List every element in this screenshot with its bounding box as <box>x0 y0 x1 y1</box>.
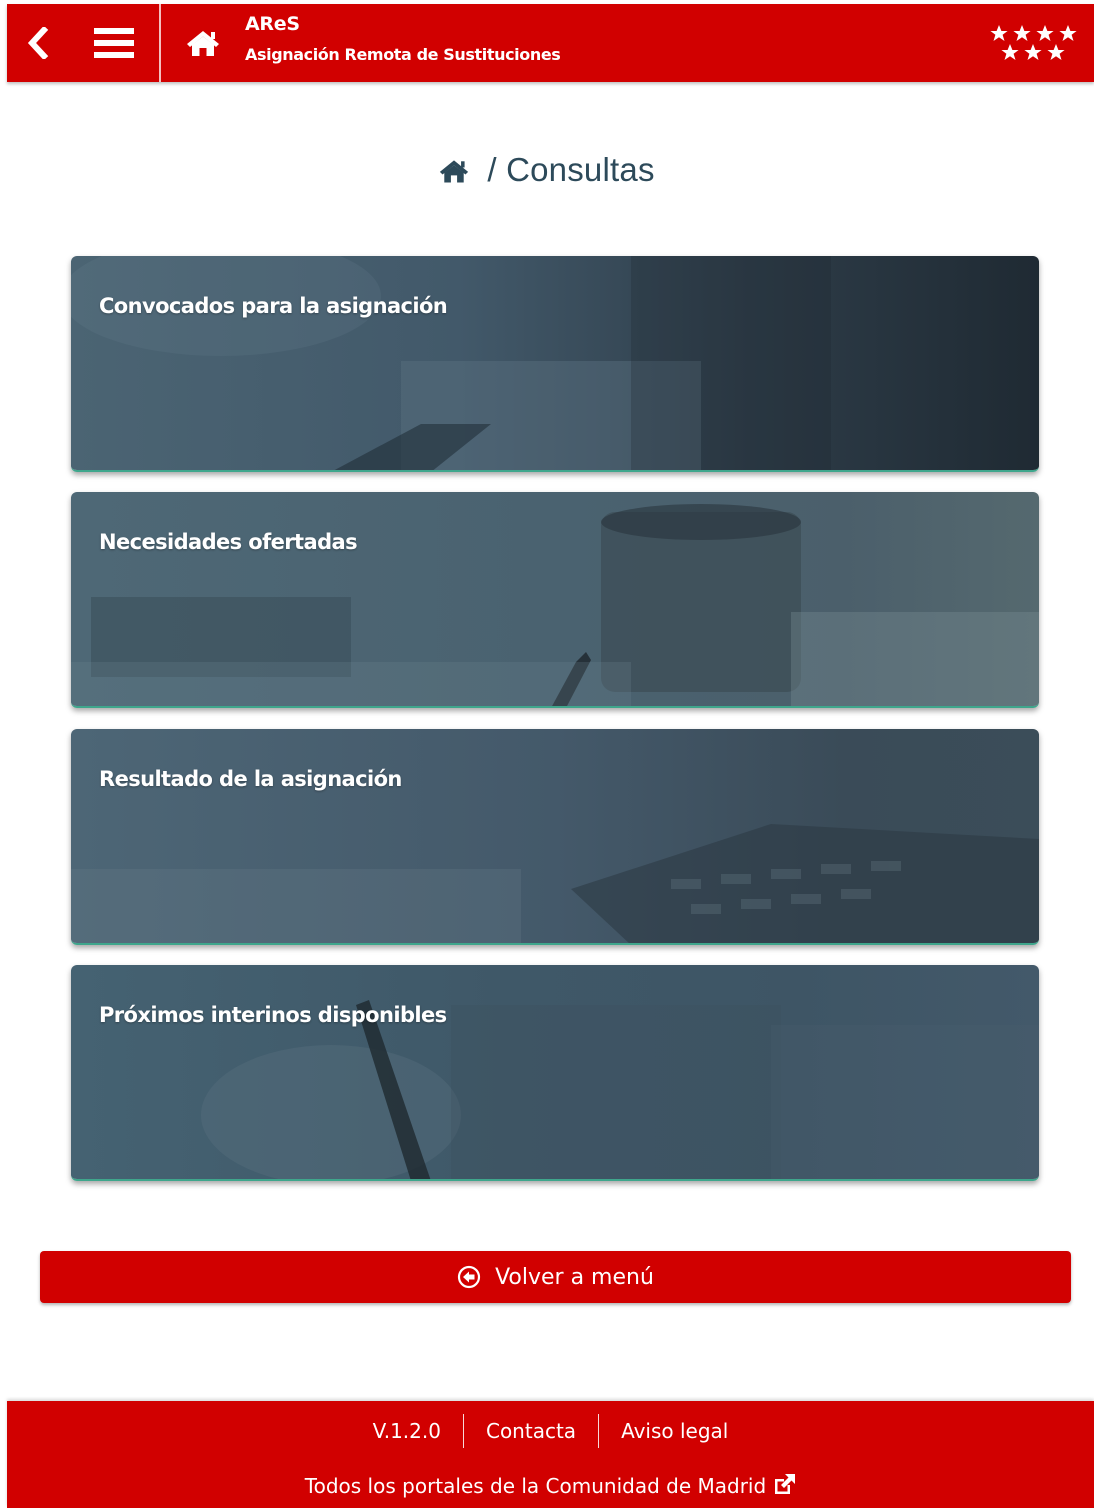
footer-links: V.1.2.0 Contacta Aviso legal <box>7 1413 1094 1449</box>
back-button[interactable] <box>7 4 69 82</box>
home-icon <box>187 31 219 56</box>
contact-link[interactable]: Contacta <box>486 1419 576 1443</box>
app-subtitle: Asignación Remota de Sustituciones <box>245 44 561 64</box>
card-title: Resultado de la asignación <box>99 767 402 791</box>
app-name: AReS <box>245 12 300 35</box>
hamburger-menu-icon <box>94 28 134 58</box>
card-photo-overlay <box>71 824 1039 943</box>
card-title: Convocados para la asignación <box>99 294 448 318</box>
breadcrumb: / Consultas <box>0 145 1094 195</box>
card-necesidades[interactable]: Necesidades ofertadas <box>71 492 1039 708</box>
card-convocados[interactable]: Convocados para la asignación <box>71 256 1039 472</box>
card-title: Próximos interinos disponibles <box>99 1003 447 1027</box>
back-to-menu-button[interactable]: Volver a menú <box>40 1251 1071 1303</box>
footer-separator <box>598 1414 600 1448</box>
app-brand: AReS Asignación Remota de Sustituciones <box>245 4 561 82</box>
menu-button[interactable] <box>69 4 159 82</box>
card-proximos-interinos[interactable]: Próximos interinos disponibles <box>71 965 1039 1181</box>
portals-row: Todos los portales de la Comunidad de Ma… <box>7 1471 1094 1501</box>
app-header: AReS Asignación Remota de Sustituciones <box>7 4 1094 82</box>
card-photo-overlay <box>201 1000 1039 1179</box>
portals-link[interactable]: Todos los portales de la Comunidad de Ma… <box>305 1474 766 1498</box>
card-resultado[interactable]: Resultado de la asignación <box>71 729 1039 945</box>
breadcrumb-home-icon[interactable] <box>439 158 469 184</box>
chevron-left-icon <box>27 27 49 59</box>
stars-logo <box>990 25 1077 60</box>
card-photo-overlay <box>71 256 831 470</box>
footer: V.1.2.0 Contacta Aviso legal Todos los p… <box>7 1401 1094 1508</box>
page-title: / Consultas <box>487 151 655 188</box>
card-title: Necesidades ofertadas <box>99 530 358 554</box>
card-photo-overlay <box>71 504 1039 706</box>
external-link-icon[interactable] <box>772 1473 796 1495</box>
home-button[interactable] <box>161 4 245 82</box>
footer-separator <box>462 1414 464 1448</box>
version-label: V.1.2.0 <box>372 1419 441 1443</box>
legal-link[interactable]: Aviso legal <box>621 1419 728 1443</box>
circle-arrow-left-icon <box>457 1265 481 1289</box>
back-to-menu-label: Volver a menú <box>495 1264 654 1290</box>
